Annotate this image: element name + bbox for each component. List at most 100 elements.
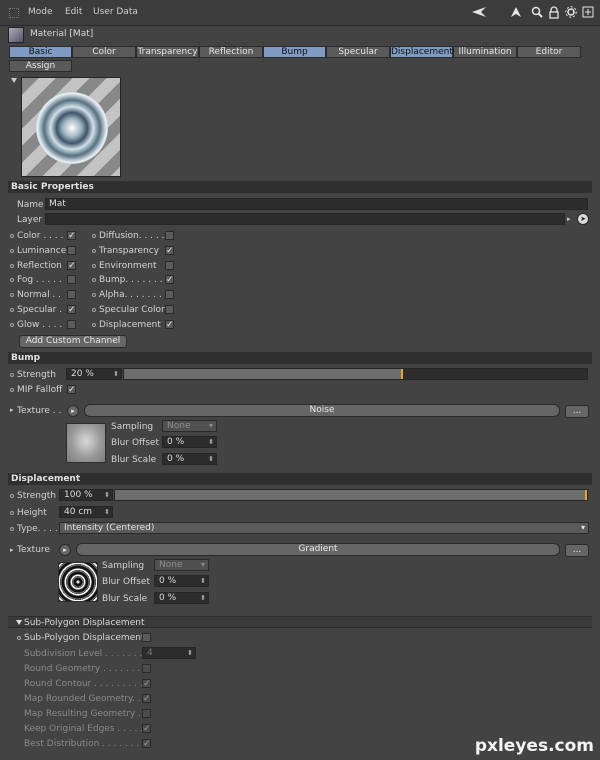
keyframe-dot-icon[interactable] bbox=[10, 234, 14, 238]
keyframe-dot-icon[interactable] bbox=[10, 248, 14, 253]
back-arrow-icon[interactable] bbox=[471, 4, 487, 20]
spinner-icon[interactable]: ⬍ bbox=[200, 593, 206, 603]
disp-strength-field[interactable]: 100 % ⬍ bbox=[59, 489, 113, 501]
disp-strength-slider[interactable] bbox=[114, 489, 588, 501]
spinner-icon[interactable]: ⬍ bbox=[200, 576, 206, 586]
bump-sampling-select[interactable]: None ▾ bbox=[162, 420, 217, 432]
right-channel-checkbox[interactable]: ✓ bbox=[165, 245, 174, 255]
disp-blur-offset-field[interactable]: 0 % ⬍ bbox=[154, 575, 209, 587]
sub-polygon-checkbox[interactable] bbox=[142, 633, 151, 642]
right-channel-checkbox[interactable] bbox=[165, 231, 174, 240]
tab-bump[interactable]: Bump bbox=[263, 46, 326, 58]
sub-polygon-option-checkbox[interactable] bbox=[142, 664, 151, 673]
disp-texture-more-button[interactable]: ... bbox=[565, 544, 589, 557]
search-icon[interactable] bbox=[529, 4, 545, 20]
left-channel-checkbox[interactable] bbox=[67, 275, 76, 285]
subdivision-level-field[interactable]: 4 ⬍ bbox=[142, 647, 196, 659]
keyframe-dot-icon[interactable] bbox=[10, 388, 14, 392]
left-channel-checkbox[interactable] bbox=[67, 290, 76, 300]
spinner-icon[interactable]: ⬍ bbox=[104, 490, 110, 500]
keyframe-dot-icon[interactable] bbox=[92, 293, 96, 298]
add-custom-channel-button[interactable]: Add Custom Channel bbox=[19, 335, 127, 348]
left-channel-checkbox[interactable] bbox=[67, 245, 76, 255]
keyframe-dot-icon[interactable] bbox=[10, 494, 14, 498]
bump-strength-field[interactable]: 20 % ⬍ bbox=[66, 368, 122, 380]
section-bump[interactable]: Bump bbox=[8, 352, 592, 364]
right-channel-checkbox[interactable] bbox=[165, 290, 174, 300]
sub-polygon-option-checkbox[interactable]: ✓ bbox=[142, 694, 151, 704]
section-displacement[interactable]: Displacement bbox=[8, 473, 592, 485]
spinner-icon[interactable]: ⬍ bbox=[113, 369, 119, 379]
bump-texture-more-button[interactable]: ... bbox=[565, 405, 589, 418]
keyframe-dot-icon[interactable] bbox=[10, 278, 14, 283]
sub-polygon-option-checkbox[interactable]: ✓ bbox=[142, 724, 151, 734]
disp-height-field[interactable]: 40 cm ⬍ bbox=[59, 506, 113, 518]
keyframe-dot-icon[interactable] bbox=[10, 527, 14, 531]
menu-edit[interactable]: Edit bbox=[65, 7, 82, 17]
spinner-icon[interactable]: ⬍ bbox=[208, 437, 214, 447]
left-channel-checkbox[interactable]: ✓ bbox=[67, 260, 76, 270]
tab-assign[interactable]: Assign bbox=[9, 60, 72, 72]
settings-icon[interactable] bbox=[563, 4, 579, 20]
expand-arrow-icon[interactable]: ▸ bbox=[10, 546, 14, 554]
bump-texture-button[interactable]: Noise bbox=[84, 404, 560, 417]
tab-illumination[interactable]: Illumination bbox=[453, 46, 517, 58]
keyframe-dot-icon[interactable] bbox=[10, 308, 14, 312]
keyframe-dot-icon[interactable] bbox=[10, 511, 14, 515]
keyframe-dot-icon[interactable] bbox=[92, 308, 96, 312]
tab-reflection[interactable]: Reflection bbox=[199, 46, 263, 58]
sub-polygon-option-checkbox[interactable] bbox=[142, 709, 151, 718]
section-basic-properties[interactable]: Basic Properties bbox=[8, 181, 592, 193]
keyframe-dot-icon[interactable] bbox=[17, 636, 21, 640]
add-window-icon[interactable] bbox=[580, 4, 596, 20]
spinner-icon[interactable]: ⬍ bbox=[208, 454, 214, 464]
left-channel-checkbox[interactable]: ✓ bbox=[67, 231, 76, 241]
slider-knob[interactable] bbox=[400, 369, 403, 379]
keyframe-dot-icon[interactable] bbox=[10, 263, 14, 268]
keyframe-dot-icon[interactable] bbox=[92, 322, 96, 327]
name-field[interactable]: Mat bbox=[45, 198, 588, 210]
keyframe-dot-icon[interactable] bbox=[92, 248, 96, 253]
bump-strength-slider[interactable] bbox=[123, 368, 588, 380]
right-channel-checkbox[interactable] bbox=[165, 260, 174, 270]
tab-transparency[interactable]: Transparency bbox=[136, 46, 199, 58]
left-channel-checkbox[interactable] bbox=[67, 319, 76, 329]
spinner-icon[interactable]: ⬍ bbox=[104, 507, 110, 517]
keyframe-dot-icon[interactable] bbox=[10, 373, 14, 377]
up-arrow-icon[interactable] bbox=[508, 4, 524, 20]
mip-falloff-checkbox[interactable]: ✓ bbox=[67, 385, 76, 395]
tab-color[interactable]: Color bbox=[72, 46, 136, 58]
keyframe-dot-icon[interactable] bbox=[10, 293, 14, 298]
tab-displacement[interactable]: Displacement bbox=[390, 46, 453, 58]
disp-blur-scale-field[interactable]: 0 % ⬍ bbox=[154, 592, 209, 604]
sub-polygon-option-checkbox[interactable]: ✓ bbox=[142, 739, 151, 749]
expand-arrow-icon[interactable]: ▸ bbox=[10, 406, 14, 414]
bump-blur-scale-field[interactable]: 0 % ⬍ bbox=[162, 453, 217, 465]
bump-texture-menu-icon[interactable]: ▸ bbox=[67, 405, 79, 417]
keyframe-dot-icon[interactable] bbox=[92, 263, 96, 268]
slider-knob[interactable] bbox=[585, 490, 587, 500]
tab-editor[interactable]: Editor bbox=[517, 46, 581, 58]
section-sub-polygon[interactable]: Sub-Polygon Displacement bbox=[8, 616, 592, 628]
right-channel-checkbox[interactable]: ✓ bbox=[165, 275, 174, 285]
sub-polygon-option-checkbox[interactable]: ✓ bbox=[142, 679, 151, 689]
right-channel-checkbox[interactable]: ✓ bbox=[165, 319, 174, 329]
collapse-triangle-icon[interactable] bbox=[16, 620, 22, 625]
disp-texture-menu-icon[interactable]: ▸ bbox=[59, 544, 71, 556]
spinner-icon[interactable]: ⬍ bbox=[187, 648, 193, 658]
keyframe-dot-icon[interactable] bbox=[10, 322, 14, 327]
disp-sampling-select[interactable]: None ▾ bbox=[154, 559, 209, 571]
tab-basic[interactable]: Basic bbox=[9, 46, 72, 58]
layer-pick-icon[interactable]: ➤ bbox=[577, 213, 589, 225]
right-channel-checkbox[interactable] bbox=[165, 305, 174, 314]
collapse-triangle-icon[interactable] bbox=[11, 78, 17, 83]
bump-blur-offset-field[interactable]: 0 % ⬍ bbox=[162, 436, 217, 448]
tab-specular[interactable]: Specular bbox=[326, 46, 390, 58]
material-preview[interactable] bbox=[21, 77, 121, 177]
menu-user-data[interactable]: User Data bbox=[93, 7, 138, 17]
lock-icon[interactable] bbox=[546, 4, 562, 20]
menu-mode[interactable]: Mode bbox=[28, 7, 53, 17]
layer-field[interactable] bbox=[45, 213, 565, 225]
left-channel-checkbox[interactable]: ✓ bbox=[67, 305, 76, 315]
layer-arrow-icon[interactable]: ▸ bbox=[567, 215, 571, 223]
